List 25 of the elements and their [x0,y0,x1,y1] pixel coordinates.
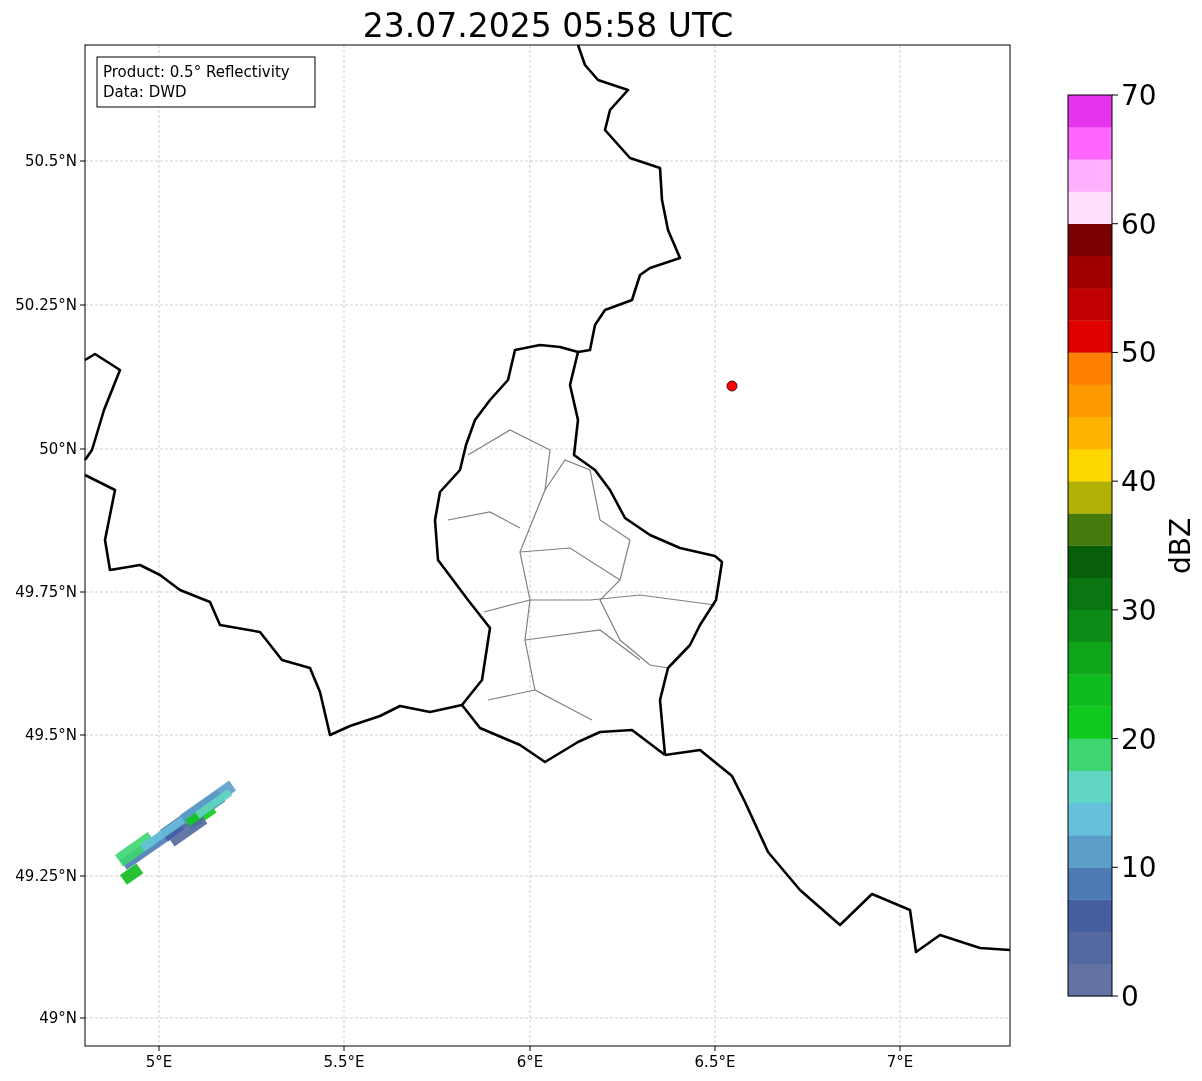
longitude-label: 5.5°E [323,1053,365,1071]
colorbar-label: dBZ [1164,517,1197,575]
map-title: 23.07.2025 05:58 UTC [362,6,734,45]
colorbar-tick-label: 40 [1121,465,1157,499]
info-text: Data: DWD [103,83,187,101]
info-text: Product: 0.5° Reflectivity [103,63,290,81]
latitude-label: 49.5°N [24,726,77,744]
colorbar-tick-label: 50 [1121,336,1157,370]
colorbar-tick-label: 70 [1121,79,1157,112]
radar-site-marker [726,380,738,392]
colorbar-tick-label: 60 [1121,207,1157,241]
colorbar-tick-label: 10 [1121,851,1157,885]
latitude-label: 49°N [39,1009,77,1027]
latitude-label: 49.25°N [15,867,77,885]
longitude-label: 7°E [886,1053,914,1071]
longitude-label: 6.5°E [694,1053,736,1071]
latitude-label: 50°N [39,440,77,458]
colorbar-tick-label: 30 [1121,593,1157,627]
colorbar-tick-label: 0 [1121,980,1139,1013]
latitude-label: 50.5°N [24,152,77,170]
latitude-label: 50.25°N [15,296,77,314]
latitude-label: 49.75°N [15,583,77,601]
longitude-label: 6°E [516,1053,544,1071]
colorbar-tick-label: 20 [1121,722,1157,756]
longitude-label: 5°E [145,1053,173,1071]
